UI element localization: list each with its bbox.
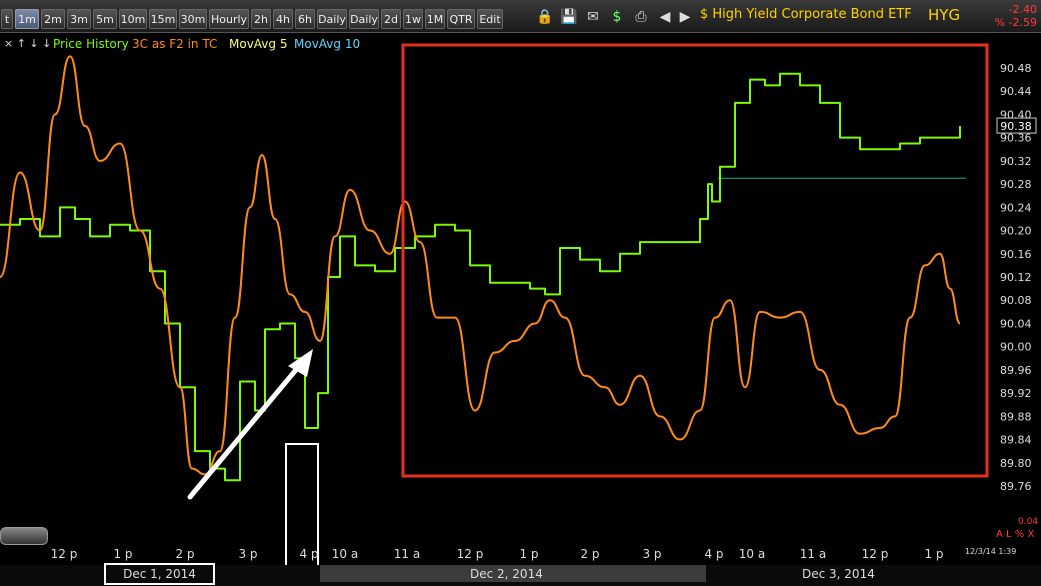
timeframe-button-4[interactable]: 5m — [93, 9, 117, 29]
indicator-zero-label: 0.04 — [1018, 517, 1039, 527]
ticker-symbol: HYG — [928, 6, 961, 24]
last-price-label: 90.38 — [1000, 120, 1032, 133]
annotation-red-box — [401, 43, 989, 478]
timeframe-button-7[interactable]: 30m — [179, 9, 207, 29]
scroll-right-icon[interactable]: ▶ — [676, 8, 694, 26]
y-tick-label: 90.24 — [1000, 201, 1032, 214]
timeframe-button-0[interactable]: t — [1, 9, 13, 29]
price-chart[interactable]: 90.4890.4490.4090.3690.3290.2890.2490.20… — [0, 33, 1041, 565]
x-tick-label: 1 p — [519, 547, 538, 561]
y-tick-label: 90.48 — [1000, 62, 1032, 75]
y-tick-label: 89.84 — [1000, 434, 1032, 447]
mail-icon[interactable]: ✉ — [584, 8, 602, 26]
x-tick-label: 1 p — [113, 547, 132, 561]
timeframe-button-9[interactable]: 2h — [251, 9, 271, 29]
timeframe-button-10[interactable]: 4h — [273, 9, 293, 29]
timeframe-button-12[interactable]: Daily — [317, 9, 347, 29]
y-tick-label: 89.88 — [1000, 410, 1032, 423]
dollar-icon[interactable]: $ — [608, 8, 626, 26]
date-label-dec3: Dec 3, 2014 — [802, 567, 875, 581]
save-icon[interactable]: 💾 — [560, 8, 578, 26]
x-tick-label: 3 p — [642, 547, 661, 561]
scroll-left-icon[interactable]: ◀ — [656, 8, 674, 26]
y-tick-label: 90.00 — [1000, 341, 1032, 354]
timeframe-button-16[interactable]: 1M — [425, 9, 445, 29]
y-tick-label: 90.04 — [1000, 317, 1032, 330]
timeframe-button-14[interactable]: 2d — [381, 9, 401, 29]
x-tick-label: 2 p — [175, 547, 194, 561]
print-icon[interactable]: ⎙ — [632, 8, 650, 26]
date-label-dec2: Dec 2, 2014 — [470, 567, 543, 581]
x-tick-label: 12 p — [51, 547, 78, 561]
series-price-history — [0, 72, 961, 482]
ticker-title: $ High Yield Corporate Bond ETF — [700, 7, 912, 22]
timeframe-button-11[interactable]: 6h — [295, 9, 315, 29]
x-tick-label: 11 a — [800, 547, 826, 561]
y-tick-label: 90.16 — [1000, 248, 1032, 261]
timeframe-button-15[interactable]: 1w — [403, 9, 423, 29]
y-tick-label: 90.28 — [1000, 178, 1032, 191]
timeframe-button-8[interactable]: Hourly — [209, 9, 249, 29]
x-tick-label: 3 p — [238, 547, 257, 561]
timeframe-button-5[interactable]: 10m — [119, 9, 147, 29]
timeframe-button-17[interactable]: QTR — [447, 9, 475, 29]
timeframe-button-1[interactable]: 1m — [15, 9, 39, 29]
timeframe-button-2[interactable]: 2m — [41, 9, 65, 29]
x-tick-label: 11 a — [394, 547, 420, 561]
timeframe-button-13[interactable]: Daily — [349, 9, 379, 29]
x-tick-label: 1 p — [924, 547, 943, 561]
scroll-handle[interactable] — [0, 527, 48, 545]
timeframe-button-18[interactable]: Edit — [477, 9, 503, 29]
y-tick-label: 89.76 — [1000, 480, 1032, 493]
x-tick-label: 12 p — [862, 547, 889, 561]
y-tick-label: 90.44 — [1000, 85, 1032, 98]
x-tick-label: 2 p — [580, 547, 599, 561]
change-percent: % -2.59 — [994, 16, 1037, 29]
date-label-dec1: Dec 1, 2014 — [104, 563, 215, 585]
x-tick-label: 12 p — [457, 547, 484, 561]
axis-options[interactable]: A L % X — [996, 529, 1034, 540]
timestamp: 12/3/14 1:39 — [965, 547, 1017, 556]
y-tick-label: 89.80 — [1000, 457, 1032, 470]
y-tick-label: 89.92 — [1000, 387, 1032, 400]
lock-icon[interactable]: 🔒 — [536, 8, 554, 26]
x-tick-label: 10 a — [739, 547, 765, 561]
change-absolute: -2.40 — [1008, 3, 1037, 16]
x-tick-label: 4 p — [704, 547, 723, 561]
y-tick-label: 90.20 — [1000, 225, 1032, 238]
annotation-arrow-shaft — [187, 362, 303, 500]
timeframe-button-6[interactable]: 15m — [149, 9, 177, 29]
x-tick-label: 4 p — [299, 547, 318, 561]
timeframe-button-3[interactable]: 3m — [67, 9, 91, 29]
y-tick-label: 90.12 — [1000, 271, 1032, 284]
x-tick-label: 10 a — [332, 547, 358, 561]
y-tick-label: 90.36 — [1000, 132, 1032, 145]
y-tick-label: 90.32 — [1000, 155, 1032, 168]
y-tick-label: 90.08 — [1000, 294, 1032, 307]
y-tick-label: 89.96 — [1000, 364, 1032, 377]
